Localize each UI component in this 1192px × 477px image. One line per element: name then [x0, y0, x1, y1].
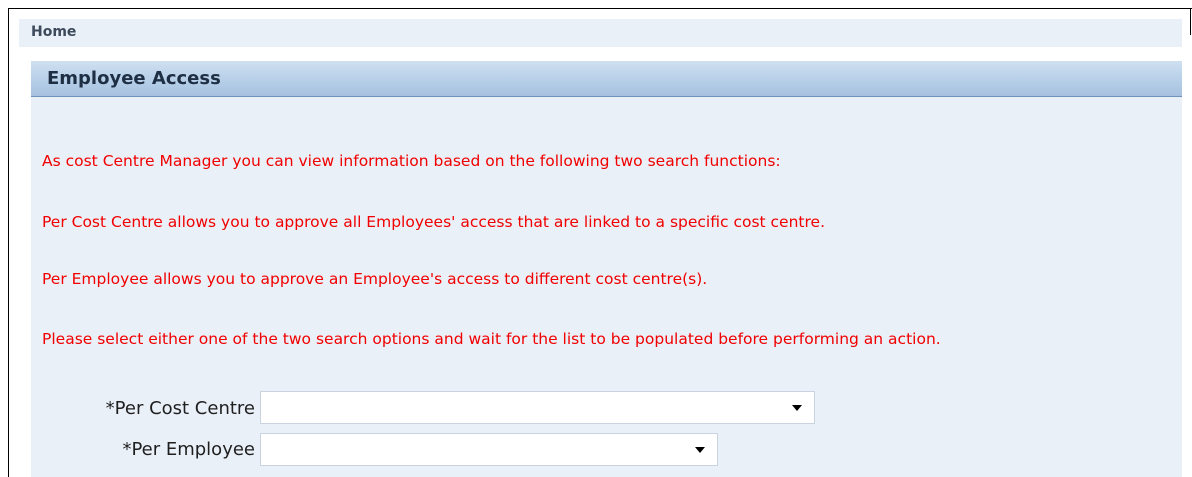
frame-edge: [1190, 8, 1191, 35]
breadcrumb: Home: [19, 19, 1182, 47]
info-message: Per Employee allows you to approve an Em…: [42, 270, 708, 288]
chevron-down-icon[interactable]: [695, 447, 705, 453]
breadcrumb-home-link[interactable]: Home: [31, 24, 76, 40]
cost-centre-select[interactable]: [260, 391, 815, 424]
employee-select[interactable]: [260, 433, 718, 466]
chevron-down-icon[interactable]: [792, 405, 802, 411]
cost-centre-label: *Per Cost Centre: [105, 398, 255, 419]
page-title: Employee Access: [47, 68, 221, 89]
employee-label: *Per Employee: [122, 439, 255, 460]
info-message: Per Cost Centre allows you to approve al…: [42, 213, 825, 231]
info-message: Please select either one of the two sear…: [42, 330, 941, 348]
section-header: Employee Access: [31, 61, 1182, 97]
info-message: As cost Centre Manager you can view info…: [42, 152, 781, 170]
